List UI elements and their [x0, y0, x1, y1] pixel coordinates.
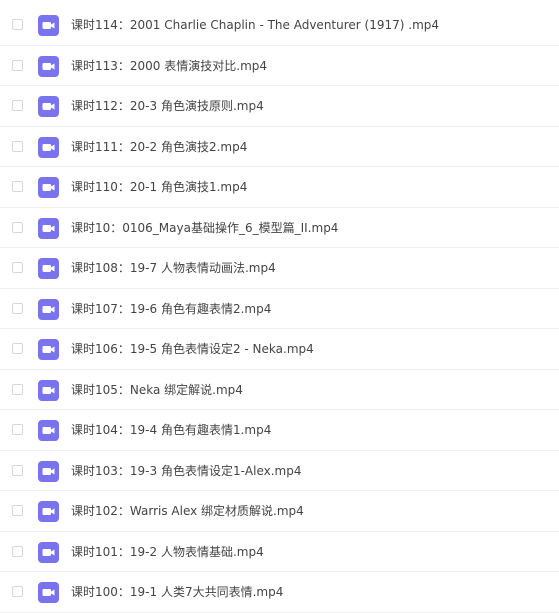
select-checkbox[interactable]	[12, 19, 23, 30]
file-name[interactable]: 课时101：19-2 人物表情基础.mp4	[71, 544, 264, 560]
file-name[interactable]: 课时105：Neka 绑定解说.mp4	[71, 382, 243, 398]
video-file-icon	[38, 339, 59, 360]
select-checkbox[interactable]	[12, 383, 23, 395]
video-file-icon	[38, 96, 59, 117]
file-row[interactable]: 课时106：19-5 角色表情设定2 - Neka.mp4	[0, 329, 559, 370]
select-checkbox[interactable]	[12, 140, 23, 152]
select-checkbox[interactable]	[12, 181, 23, 192]
video-file-icon	[38, 541, 59, 563]
video-file-icon	[38, 15, 59, 36]
file-row[interactable]: 课时105：Neka 绑定解说.mp4	[0, 370, 559, 410]
file-name[interactable]: 课时112：20-3 角色演技原则.mp4	[71, 98, 264, 114]
file-row[interactable]: 课时107：19-6 角色有趣表情2.mp4	[0, 289, 559, 329]
file-name[interactable]: 课时103：19-3 角色表情设定1-Alex.mp4	[71, 463, 302, 479]
file-row[interactable]: 课时101：19-2 人物表情基础.mp4	[0, 532, 559, 572]
file-name[interactable]: 课时10：0106_Maya基础操作_6_模型篇_II.mp4	[71, 220, 338, 236]
select-checkbox[interactable]	[12, 545, 23, 557]
video-file-icon	[38, 379, 59, 401]
file-row[interactable]: 课时100：19-1 人类7大共同表情.mp4	[0, 572, 559, 613]
select-checkbox[interactable]	[12, 59, 23, 71]
select-checkbox[interactable]	[12, 424, 23, 435]
file-name[interactable]: 课时106：19-5 角色表情设定2 - Neka.mp4	[71, 341, 314, 357]
file-name[interactable]: 课时104：19-4 角色有趣表情1.mp4	[71, 422, 271, 438]
file-name[interactable]: 课时100：19-1 人类7大共同表情.mp4	[71, 584, 283, 600]
select-checkbox[interactable]	[12, 100, 23, 111]
select-checkbox[interactable]	[12, 221, 23, 233]
file-row[interactable]: 课时102：Warris Alex 绑定材质解说.mp4	[0, 491, 559, 532]
select-checkbox[interactable]	[12, 302, 23, 314]
file-row[interactable]: 课时113：2000 表情演技对比.mp4	[0, 46, 559, 86]
video-file-icon	[38, 136, 59, 158]
file-name[interactable]: 课时108：19-7 人物表情动画法.mp4	[71, 260, 276, 276]
file-row[interactable]: 课时10：0106_Maya基础操作_6_模型篇_II.mp4	[0, 208, 559, 248]
file-row[interactable]: 课时111：20-2 角色演技2.mp4	[0, 127, 559, 167]
file-name[interactable]: 课时113：2000 表情演技对比.mp4	[71, 58, 267, 74]
video-file-icon	[38, 298, 59, 320]
video-file-icon	[38, 420, 59, 441]
video-file-icon	[38, 55, 59, 77]
select-checkbox[interactable]	[12, 262, 23, 273]
select-checkbox[interactable]	[12, 343, 23, 354]
file-name[interactable]: 课时102：Warris Alex 绑定材质解说.mp4	[71, 503, 304, 519]
file-row[interactable]: 课时110：20-1 角色演技1.mp4	[0, 167, 559, 208]
file-row[interactable]: 课时108：19-7 人物表情动画法.mp4	[0, 248, 559, 289]
video-file-icon	[38, 177, 59, 198]
file-name[interactable]: 课时111：20-2 角色演技2.mp4	[71, 139, 247, 155]
file-row[interactable]: 课时112：20-3 角色演技原则.mp4	[0, 86, 559, 127]
file-name[interactable]: 课时114：2001 Charlie Chaplin - The Adventu…	[71, 17, 439, 33]
file-name[interactable]: 课时110：20-1 角色演技1.mp4	[71, 179, 247, 195]
video-file-icon	[38, 582, 59, 603]
file-name[interactable]: 课时107：19-6 角色有趣表情2.mp4	[71, 301, 271, 317]
video-file-icon	[38, 460, 59, 482]
video-file-icon	[38, 258, 59, 279]
select-checkbox[interactable]	[12, 464, 23, 476]
file-row[interactable]: 课时114：2001 Charlie Chaplin - The Adventu…	[0, 5, 559, 46]
select-checkbox[interactable]	[12, 586, 23, 597]
file-row[interactable]: 课时103：19-3 角色表情设定1-Alex.mp4	[0, 451, 559, 491]
video-file-icon	[38, 501, 59, 522]
file-row[interactable]: 课时104：19-4 角色有趣表情1.mp4	[0, 410, 559, 451]
select-checkbox[interactable]	[12, 505, 23, 516]
file-list: 课时114：2001 Charlie Chaplin - The Adventu…	[0, 5, 559, 613]
video-file-icon	[38, 217, 59, 239]
